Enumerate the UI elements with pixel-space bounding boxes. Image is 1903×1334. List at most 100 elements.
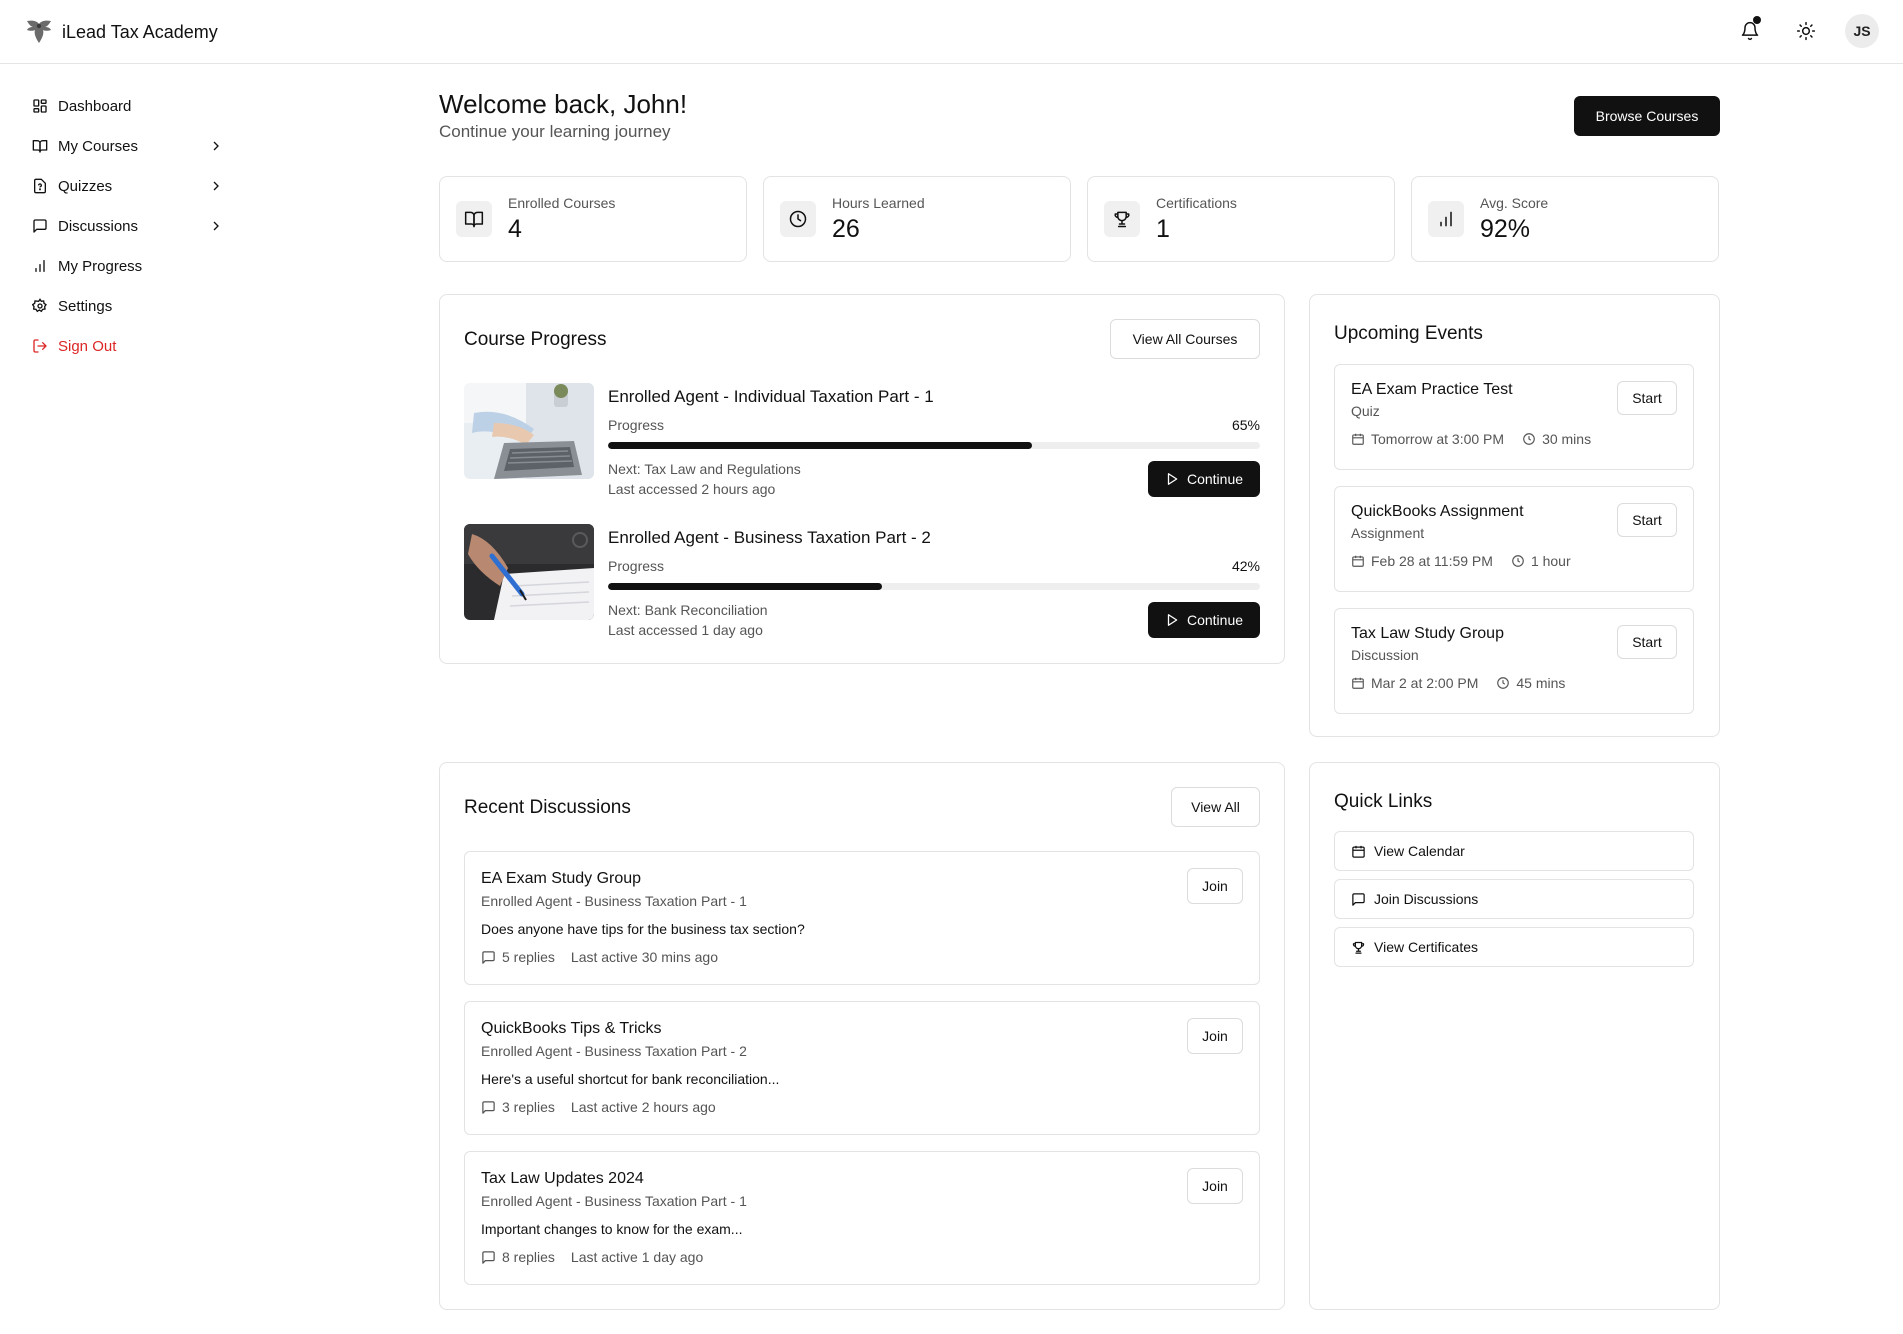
event-meta: Tomorrow at 3:00 PM 30 mins: [1351, 431, 1591, 447]
view-all-courses-button[interactable]: View All Courses: [1110, 319, 1260, 359]
log-out-icon: [33, 339, 47, 353]
sidebar-item-my-progress[interactable]: My Progress: [24, 246, 224, 286]
discussion-title[interactable]: EA Exam Study Group: [481, 870, 641, 888]
discussion-excerpt: Important changes to know for the exam..…: [481, 1221, 743, 1237]
course-item: Enrolled Agent - Individual Taxation Par…: [464, 383, 1260, 503]
quick-link-view-certificates[interactable]: View Certificates: [1334, 927, 1694, 967]
quick-link-label: View Calendar: [1374, 843, 1465, 859]
theme-toggle-button[interactable]: [1789, 14, 1823, 48]
progress-bar-fill: [608, 583, 882, 590]
stat-card-avg-score: Avg. Score 92%: [1411, 176, 1719, 262]
play-icon: [1167, 614, 1178, 626]
course-item: Enrolled Agent - Business Taxation Part …: [464, 524, 1260, 644]
course-thumbnail-writing[interactable]: [464, 524, 594, 620]
last-active: Last active 1 day ago: [570, 1249, 704, 1265]
last-active: Last active 30 mins ago: [570, 949, 719, 965]
message-square-icon: [1352, 892, 1365, 906]
sidebar-item-label: Sign Out: [58, 337, 117, 355]
quick-links-title: Quick Links: [1334, 791, 1433, 812]
join-button[interactable]: Join: [1187, 868, 1243, 904]
sidebar-item-dashboard[interactable]: Dashboard: [24, 86, 224, 126]
event-title: QuickBooks Assignment: [1351, 503, 1524, 520]
play-icon: [1167, 473, 1178, 485]
quick-link-join-discussions[interactable]: Join Discussions: [1334, 879, 1694, 919]
join-button[interactable]: Join: [1187, 1018, 1243, 1054]
event-meta: Feb 28 at 11:59 PM 1 hour: [1351, 553, 1571, 569]
sidebar-item-quizzes[interactable]: Quizzes: [24, 166, 224, 206]
trophy-icon: [1114, 211, 1130, 228]
stat-value: 92%: [1480, 215, 1531, 243]
start-button[interactable]: Start: [1617, 503, 1677, 537]
message-square-icon: [482, 950, 495, 964]
discussion-title[interactable]: Tax Law Updates 2024: [481, 1170, 644, 1188]
sidebar-item-label: Dashboard: [58, 97, 132, 115]
event-type: Quiz: [1351, 403, 1380, 419]
event-title: EA Exam Practice Test: [1351, 381, 1513, 398]
progress-percent: 42%: [1231, 558, 1260, 574]
reply-count: 5 replies: [502, 949, 555, 965]
event-date: Tomorrow at 3:00 PM: [1371, 431, 1505, 447]
discussion-title[interactable]: QuickBooks Tips & Tricks: [481, 1020, 662, 1038]
sidebar-item-label: My Courses: [58, 137, 139, 155]
continue-button[interactable]: Continue: [1148, 602, 1260, 638]
progress-bar-fill: [608, 442, 1032, 449]
join-button[interactable]: Join: [1187, 1168, 1243, 1204]
user-avatar[interactable]: JS: [1845, 14, 1879, 48]
clock-icon: [1523, 433, 1535, 445]
sidebar-item-label: Discussions: [58, 217, 139, 235]
course-thumbnail-laptop[interactable]: [464, 383, 594, 479]
file-question-icon: [34, 178, 46, 194]
last-accessed: Last accessed 2 hours ago: [608, 481, 776, 497]
stat-label: Certifications: [1156, 195, 1237, 211]
brand[interactable]: iLead Tax Academy: [24, 16, 218, 48]
recent-discussions-panel: Recent Discussions View All EA Exam Stud…: [439, 762, 1285, 1310]
stat-icon-container: [1104, 201, 1140, 237]
upcoming-events-title: Upcoming Events: [1334, 323, 1483, 344]
sidebar-item-discussions[interactable]: Discussions: [24, 206, 224, 246]
brand-name: iLead Tax Academy: [62, 21, 218, 42]
top-navigation-bar: iLead Tax Academy JS: [0, 0, 1903, 64]
bar-chart-icon: [1440, 211, 1452, 227]
event-date: Feb 28 at 11:59 PM: [1371, 553, 1493, 569]
event-duration: 1 hour: [1530, 553, 1571, 569]
calendar-icon: [1352, 845, 1365, 858]
stat-label: Avg. Score: [1480, 195, 1549, 211]
quick-links-panel: Quick Links View Calendar Join Discussio…: [1309, 762, 1720, 1310]
sidebar-item-settings[interactable]: Settings: [24, 286, 224, 326]
stat-card-certifications: Certifications 1: [1087, 176, 1395, 262]
page-title: Welcome back, John!: [439, 89, 688, 119]
course-title[interactable]: Enrolled Agent - Individual Taxation Par…: [608, 387, 934, 407]
progress-bar: [608, 583, 1260, 590]
event-duration: 30 mins: [1542, 431, 1592, 447]
quick-link-view-calendar[interactable]: View Calendar: [1334, 831, 1694, 871]
stat-value: 26: [832, 215, 860, 243]
start-button[interactable]: Start: [1617, 625, 1677, 659]
discussion-course: Enrolled Agent - Business Taxation Part …: [481, 893, 747, 909]
discussion-excerpt: Does anyone have tips for the business t…: [481, 921, 805, 937]
sidebar-item-sign-out[interactable]: Sign Out: [24, 326, 224, 366]
course-title[interactable]: Enrolled Agent - Business Taxation Part …: [608, 528, 931, 548]
discussion-meta: 8 replies Last active 1 day ago: [481, 1249, 703, 1265]
message-square-icon: [33, 219, 47, 233]
browse-courses-button[interactable]: Browse Courses: [1574, 96, 1720, 136]
course-progress-panel: Course Progress View All Courses Enrolle…: [439, 294, 1285, 664]
next-lesson: Next: Tax Law and Regulations: [608, 461, 801, 477]
notification-dot: [1753, 16, 1761, 24]
start-button[interactable]: Start: [1617, 381, 1677, 415]
message-square-icon: [482, 1100, 495, 1114]
view-all-discussions-button[interactable]: View All: [1171, 787, 1260, 827]
discussion-course: Enrolled Agent - Business Taxation Part …: [481, 1193, 747, 1209]
book-open-icon: [32, 140, 48, 153]
message-square-icon: [482, 1250, 495, 1264]
next-lesson: Next: Bank Reconciliation: [608, 602, 768, 618]
event-date: Mar 2 at 2:00 PM: [1371, 675, 1479, 691]
discussion-card: QuickBooks Tips & Tricks Enrolled Agent …: [464, 1001, 1260, 1135]
continue-button[interactable]: Continue: [1148, 461, 1260, 497]
sidebar-item-my-courses[interactable]: My Courses: [24, 126, 224, 166]
stat-card-enrolled-courses: Enrolled Courses 4: [439, 176, 747, 262]
sidebar-item-label: Quizzes: [58, 177, 113, 195]
sidebar-item-label: Settings: [58, 297, 113, 315]
notifications-button[interactable]: [1733, 14, 1767, 48]
gear-icon: [32, 298, 47, 313]
calendar-icon: [1352, 555, 1364, 567]
